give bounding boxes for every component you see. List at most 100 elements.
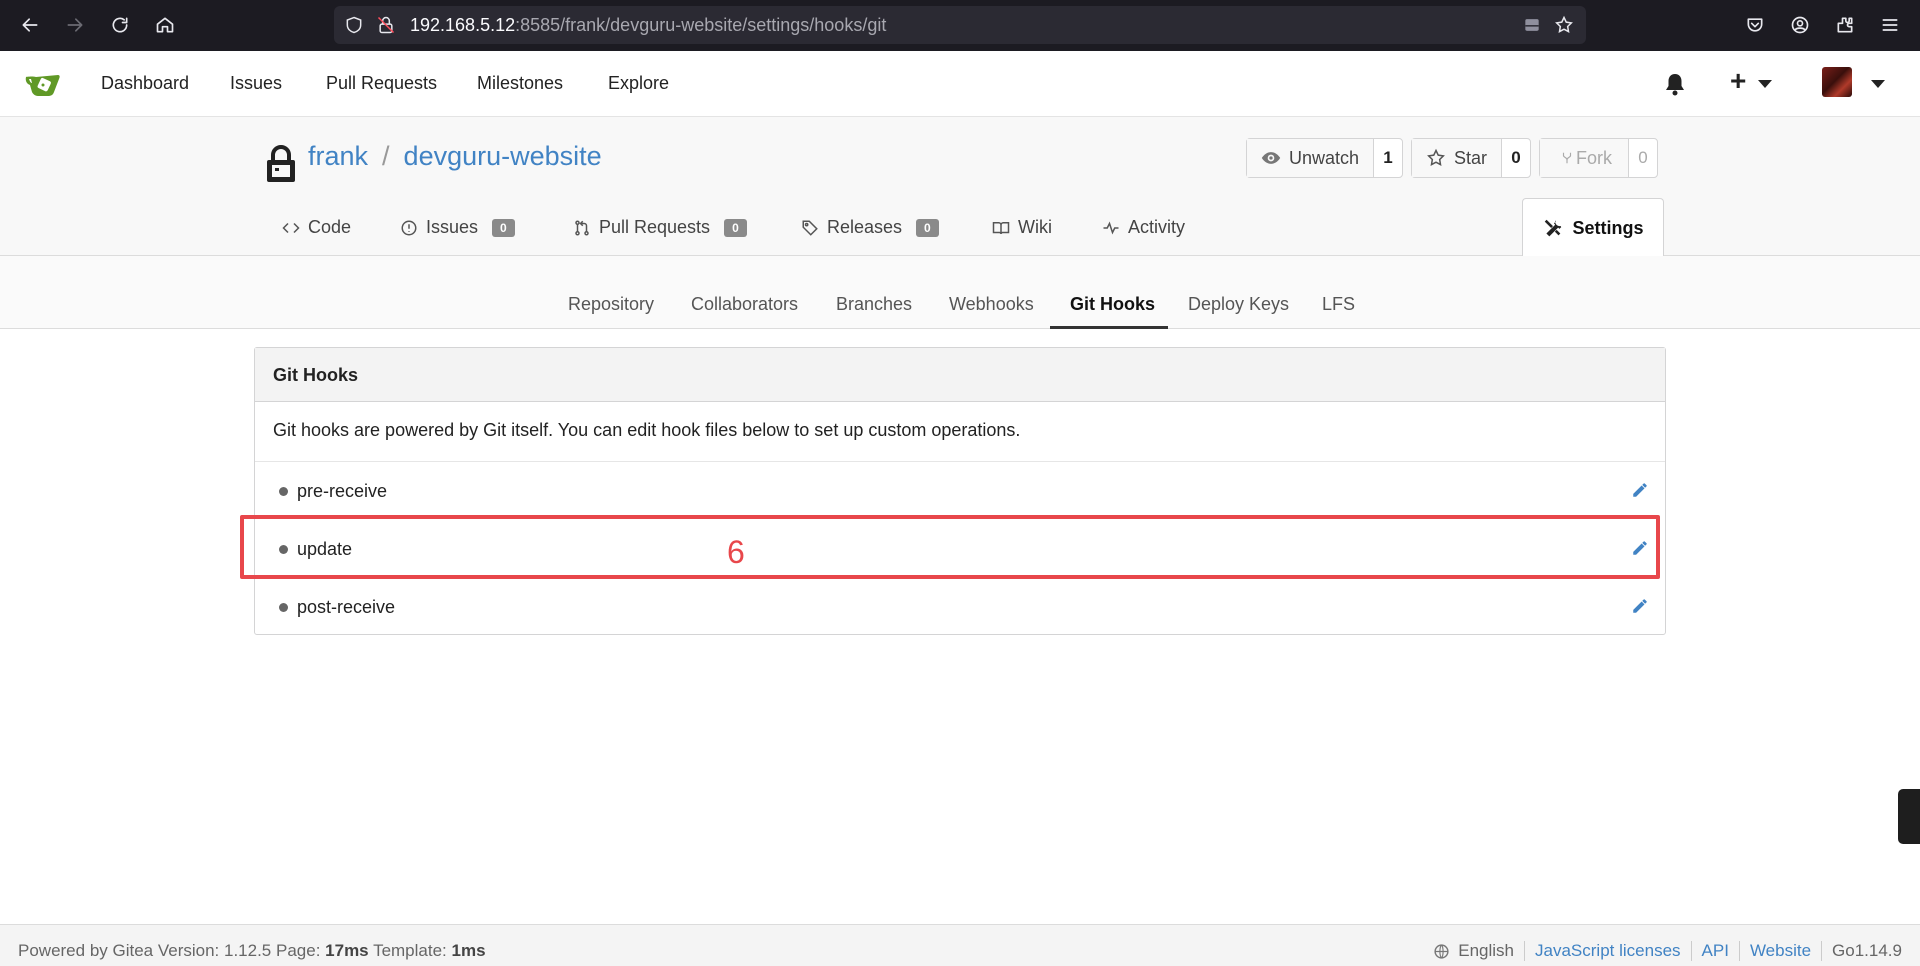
git-hooks-title: Git Hooks: [273, 365, 359, 385]
tab-code-label: Code: [308, 217, 352, 237]
reader-view-icon[interactable]: [1522, 15, 1542, 35]
book-icon: [992, 221, 1010, 234]
watch-button-group: Unwatch 1: [1246, 138, 1404, 178]
code-icon: [282, 222, 300, 233]
address-bar[interactable]: 192.168.5.12:8585/frank/devguru-website/…: [334, 6, 1586, 44]
nav-dashboard[interactable]: Dashboard: [101, 73, 189, 94]
pencil-icon[interactable]: [1631, 481, 1651, 501]
tab-releases-label: Releases: [827, 217, 903, 237]
chevron-down-icon[interactable]: [1870, 79, 1886, 89]
tag-icon: [802, 220, 818, 236]
settings-menu-branches[interactable]: Branches: [836, 294, 912, 315]
extensions-icon[interactable]: [1830, 10, 1860, 40]
footer-powered-by: Powered by Gitea Version: 1.12.5 Page:: [18, 941, 321, 960]
fork-count[interactable]: 0: [1629, 139, 1657, 177]
language-selector[interactable]: English: [1433, 941, 1524, 961]
tab-settings[interactable]: Settings: [1522, 198, 1664, 257]
tab-wiki-label: Wiki: [1018, 217, 1052, 237]
user-avatar[interactable]: [1822, 67, 1852, 97]
settings-menu-repository[interactable]: Repository: [568, 294, 654, 315]
tab-activity-label: Activity: [1128, 217, 1186, 237]
chevron-down-icon[interactable]: [1757, 79, 1773, 89]
language-label: English: [1458, 941, 1515, 960]
globe-icon: [1434, 943, 1449, 959]
git-hooks-description: Git hooks are powered by Git itself. You…: [273, 420, 1021, 440]
shield-icon[interactable]: [344, 15, 364, 35]
footer-template-time: 1ms: [451, 941, 486, 960]
menu-icon[interactable]: [1875, 10, 1905, 40]
private-lock-icon: [267, 145, 295, 182]
eye-icon: [1261, 152, 1281, 164]
nav-milestones[interactable]: Milestones: [477, 73, 563, 94]
tab-settings-label: Settings: [1572, 217, 1644, 238]
tab-releases[interactable]: Releases 0: [801, 217, 939, 238]
back-icon[interactable]: [15, 10, 45, 40]
star-button[interactable]: Star: [1412, 139, 1503, 177]
settings-menu-git-hooks[interactable]: Git Hooks: [1070, 294, 1155, 315]
hook-item-post-receive: post-receive: [255, 578, 1665, 636]
star-count[interactable]: 0: [1502, 139, 1530, 177]
tab-activity[interactable]: Activity: [1102, 217, 1185, 238]
settings-menu-deploy-keys[interactable]: Deploy Keys: [1188, 294, 1289, 315]
website-link[interactable]: Website: [1738, 941, 1821, 961]
active-tab-underline: [1050, 326, 1168, 329]
git-hooks-panel: Git Hooks Git hooks are powered by Git i…: [254, 347, 1666, 635]
bookmark-star-icon[interactable]: [1554, 15, 1574, 35]
settings-menu-webhooks[interactable]: Webhooks: [949, 294, 1034, 315]
annotation-number: 6: [727, 534, 745, 570]
fork-button[interactable]: Fork: [1540, 139, 1629, 177]
nav-pull-requests[interactable]: Pull Requests: [326, 73, 437, 94]
home-icon[interactable]: [150, 10, 180, 40]
create-new-plus-icon[interactable]: +: [1730, 65, 1746, 97]
repo-owner-link[interactable]: frank: [308, 141, 368, 171]
issues-count-badge: 0: [492, 218, 515, 237]
tab-issues[interactable]: Issues 0: [400, 217, 515, 238]
star-label: Star: [1454, 147, 1488, 168]
account-icon[interactable]: [1785, 10, 1815, 40]
watch-count[interactable]: 1: [1374, 139, 1402, 177]
reload-icon[interactable]: [105, 10, 135, 40]
tab-pull-requests-label: Pull Requests: [599, 217, 711, 237]
unwatch-button[interactable]: Unwatch: [1247, 139, 1375, 177]
tab-code[interactable]: Code: [282, 217, 351, 238]
settings-menu-lfs[interactable]: LFS: [1322, 294, 1355, 315]
gitea-logo-icon[interactable]: [24, 68, 62, 100]
pencil-icon[interactable]: [1631, 597, 1651, 617]
hook-status-dot: [279, 603, 288, 612]
insecure-lock-icon[interactable]: [376, 15, 396, 35]
hook-item-pre-receive: pre-receive: [255, 462, 1665, 520]
pulse-icon: [1103, 221, 1119, 234]
hook-name: post-receive: [297, 597, 396, 617]
pulls-count-badge: 0: [724, 218, 747, 237]
javascript-licenses-link[interactable]: JavaScript licenses: [1524, 941, 1691, 961]
git-pull-request-icon: [575, 220, 589, 235]
pocket-icon[interactable]: [1740, 10, 1770, 40]
hook-status-dot: [279, 487, 288, 496]
settings-menu: Repository Collaborators Branches Webhoo…: [0, 256, 1920, 329]
unwatch-label: Unwatch: [1289, 147, 1360, 168]
forward-icon[interactable]: [60, 10, 90, 40]
page-footer: Powered by Gitea Version: 1.12.5 Page: 1…: [0, 924, 1920, 966]
nav-issues[interactable]: Issues: [230, 73, 282, 94]
repo-title: frank / devguru-website: [308, 141, 602, 172]
tab-pull-requests[interactable]: Pull Requests 0: [573, 217, 747, 238]
notification-bell-icon[interactable]: [1664, 72, 1686, 96]
tab-wiki[interactable]: Wiki: [992, 217, 1052, 238]
annotation-highlight-box: [240, 515, 1660, 579]
footer-template-label: Template:: [373, 941, 447, 960]
fork-label: Fork: [1576, 147, 1612, 168]
releases-count-badge: 0: [916, 218, 939, 237]
star-icon: [1427, 148, 1445, 166]
fork-button-group: Fork 0: [1539, 138, 1658, 178]
git-hooks-header: Git Hooks: [255, 348, 1665, 402]
tab-issues-label: Issues: [426, 217, 479, 237]
repo-name-link[interactable]: devguru-website: [404, 141, 602, 171]
footer-version-info: Powered by Gitea Version: 1.12.5 Page: 1…: [18, 941, 486, 961]
go-version: Go1.14.9: [1821, 941, 1902, 961]
nav-explore[interactable]: Explore: [608, 73, 669, 94]
api-link[interactable]: API: [1690, 941, 1739, 961]
side-panel-handle[interactable]: [1898, 789, 1920, 844]
settings-menu-collaborators[interactable]: Collaborators: [691, 294, 798, 315]
url-text: 192.168.5.12:8585/frank/devguru-website/…: [410, 15, 887, 35]
issue-opened-icon: [401, 220, 417, 235]
